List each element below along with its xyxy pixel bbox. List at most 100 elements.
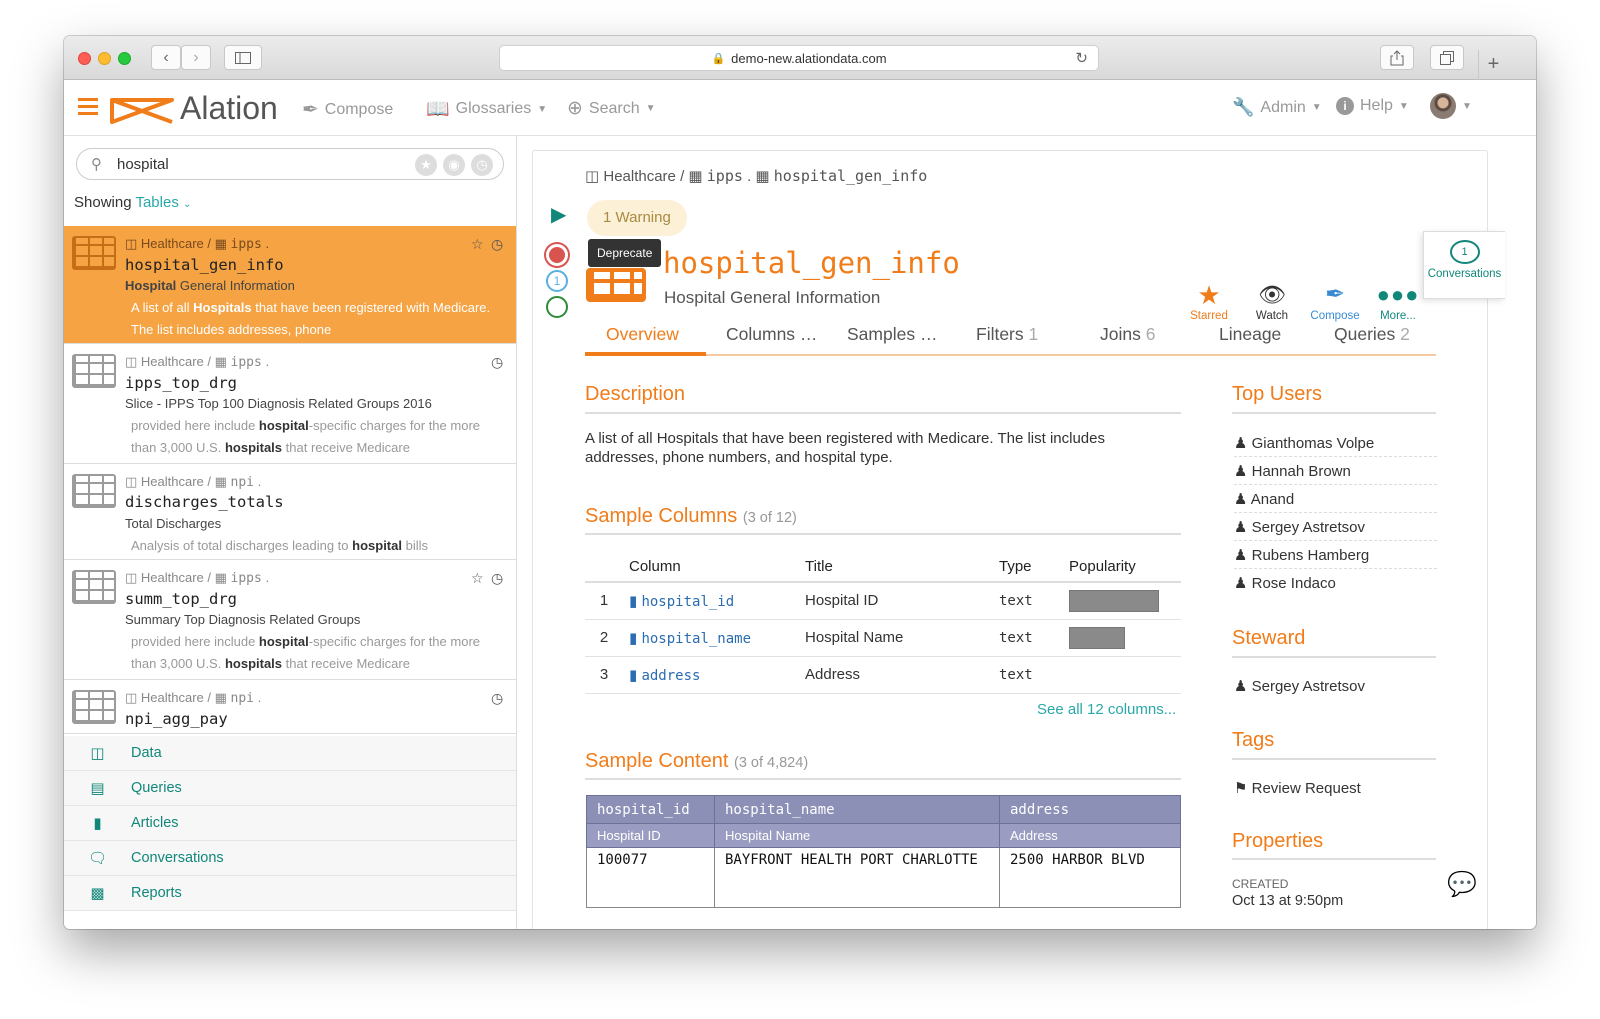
- tag-item[interactable]: ⚑ Review Request: [1234, 779, 1437, 801]
- star-filter-icon[interactable]: ★: [415, 154, 437, 176]
- popularity-bar: [1069, 626, 1125, 649]
- compose-button[interactable]: ✒ Compose: [1305, 280, 1365, 322]
- glossaries-nav[interactable]: 📖 Glossaries ▼: [426, 97, 547, 121]
- alation-logo[interactable]: Alation: [110, 90, 278, 127]
- search-input-value: hospital: [117, 156, 169, 173]
- reload-icon[interactable]: ↻: [1075, 49, 1088, 67]
- minimize-window-button[interactable]: [98, 52, 111, 65]
- help-nav[interactable]: i Help ▼: [1336, 97, 1409, 115]
- watch-filter-icon[interactable]: ◉: [443, 154, 465, 176]
- recent-filter-icon[interactable]: ◷: [471, 154, 493, 176]
- search-result-hospital-gen-info[interactable]: ◫ Healthcare / ▦ ipps . hospital_gen_inf…: [64, 226, 516, 344]
- breadcrumb-schema[interactable]: ipps: [707, 167, 743, 185]
- table-icon: [72, 690, 116, 724]
- row-index: 2: [585, 619, 623, 657]
- column-link[interactable]: ▮ hospital_name: [623, 619, 799, 657]
- tab-joins[interactable]: Joins 6: [1100, 324, 1155, 345]
- deprecate-tooltip: Deprecate: [588, 239, 662, 267]
- object-type-dropdown[interactable]: Tables ⌄: [135, 194, 191, 211]
- see-all-columns-link[interactable]: See all 12 columns...: [1037, 701, 1176, 718]
- column-link[interactable]: ▮ hospital_id: [623, 582, 799, 620]
- hamburger-menu-icon[interactable]: [78, 98, 98, 115]
- chevron-down-icon: ⌄: [182, 199, 192, 210]
- steward-user[interactable]: ♟ Sergey Astretsov: [1234, 677, 1437, 699]
- top-users-heading: Top Users: [1232, 383, 1323, 405]
- popularity-header: Popularity: [1063, 552, 1181, 583]
- nav-reports[interactable]: ▩ Reports: [64, 876, 516, 911]
- search-input[interactable]: ⚲ hospital ★ ◉ ◷: [76, 148, 504, 180]
- star-icon: ★: [1197, 280, 1221, 310]
- endorse-flag-icon[interactable]: [546, 296, 568, 318]
- tabs-overview-icon[interactable]: [1430, 45, 1464, 70]
- table-icon: [72, 236, 116, 270]
- deprecate-flag-icon[interactable]: [546, 244, 568, 266]
- top-user[interactable]: ♟ Anand: [1234, 490, 1437, 513]
- top-user[interactable]: ♟ Gianthomas Volpe: [1234, 434, 1437, 457]
- caret-down-icon: ▼: [1462, 100, 1472, 112]
- user-icon: ♟: [1234, 491, 1248, 508]
- tab-filters[interactable]: Filters 1: [976, 324, 1038, 345]
- breadcrumb-db[interactable]: Healthcare: [603, 168, 676, 185]
- nav-data[interactable]: ◫ Data: [64, 736, 516, 771]
- url-text: demo-new.alationdata.com: [731, 50, 887, 66]
- lock-icon: 🔒: [711, 52, 726, 65]
- row-index: 3: [585, 656, 623, 694]
- showing-filter: Showing Tables ⌄: [74, 194, 192, 211]
- tab-samples[interactable]: Samples …: [847, 324, 937, 345]
- row-index: 1: [585, 582, 623, 620]
- clock-icon: ◷: [491, 354, 504, 370]
- expand-play-icon[interactable]: ▶: [551, 202, 566, 227]
- tab-columns[interactable]: Columns …: [726, 324, 817, 345]
- user-menu[interactable]: ▼: [1430, 93, 1472, 119]
- sample-cell: 2500 HARBOR BLVD: [999, 847, 1181, 908]
- table-icon: [72, 570, 116, 604]
- search-result-npi-agg-pay[interactable]: ◫ Healthcare / ▦ npi . npi_agg_pay ◷: [64, 680, 516, 734]
- divider: [585, 533, 1181, 535]
- top-user[interactable]: ♟ Rose Indaco: [1234, 574, 1437, 596]
- result-breadcrumb: ◫ Healthcare / ▦ npi .: [125, 474, 262, 490]
- chat-help-icon[interactable]: 💬: [1447, 870, 1477, 899]
- steward-heading: Steward: [1232, 627, 1306, 649]
- top-user[interactable]: ♟ Rubens Hamberg: [1234, 546, 1437, 569]
- star-outline-icon[interactable]: ☆: [471, 236, 484, 253]
- col-index-header: [585, 552, 623, 583]
- warning-badge[interactable]: 1 Warning: [587, 200, 687, 236]
- sidebar-toggle-icon[interactable]: [224, 45, 262, 70]
- share-icon[interactable]: [1380, 45, 1414, 70]
- address-bar[interactable]: 🔒 demo-new.alationdata.com ↻: [499, 45, 1099, 71]
- description-text[interactable]: A list of all Hospitals that have been r…: [585, 429, 1175, 467]
- tab-overview[interactable]: Overview: [606, 324, 679, 345]
- top-user[interactable]: ♟ Sergey Astretsov: [1234, 518, 1437, 541]
- warning-flag-icon[interactable]: 1: [546, 270, 568, 292]
- tab-lineage[interactable]: Lineage: [1219, 324, 1281, 345]
- top-user[interactable]: ♟ Hannah Brown: [1234, 462, 1437, 485]
- forward-icon[interactable]: ›: [181, 45, 211, 70]
- compose-nav[interactable]: ✒ Compose: [302, 97, 393, 122]
- search-nav[interactable]: ⊕ Search ▼: [567, 97, 656, 120]
- column-link[interactable]: ▮ address: [623, 656, 799, 694]
- conversations-button[interactable]: 1 Conversations: [1423, 231, 1505, 299]
- watch-button[interactable]: 👁 Watch: [1242, 280, 1302, 322]
- nav-queries[interactable]: ▤ Queries: [64, 771, 516, 806]
- nav-conversations[interactable]: 🗨 Conversations: [64, 841, 516, 876]
- schema-icon: ▦: [688, 168, 703, 185]
- admin-nav[interactable]: 🔧 Admin ▼: [1232, 97, 1322, 118]
- result-name: hospital_gen_info: [125, 256, 284, 274]
- search-result-discharges-totals[interactable]: ◫ Healthcare / ▦ npi . discharges_totals…: [64, 464, 516, 560]
- nav-articles[interactable]: ▮ Articles: [64, 806, 516, 841]
- tab-queries[interactable]: Queries 2: [1334, 324, 1410, 345]
- created-label: CREATED: [1232, 877, 1289, 891]
- table-row: 100077 BAYFRONT HEALTH PORT CHARLOTTE 25…: [586, 847, 1181, 908]
- new-tab-icon[interactable]: +: [1478, 50, 1508, 80]
- back-icon[interactable]: ‹: [151, 45, 181, 70]
- column-icon: ▮: [629, 592, 638, 610]
- search-result-ipps-top-drg[interactable]: ◫ Healthcare / ▦ ipps . ipps_top_drg Sli…: [64, 344, 516, 464]
- star-outline-icon[interactable]: ☆: [471, 570, 484, 587]
- search-results-panel: ⚲ hospital ★ ◉ ◷ Showing Tables ⌄ ◫ Heal…: [64, 136, 517, 929]
- search-result-summ-top-drg[interactable]: ◫ Healthcare / ▦ ipps . summ_top_drg Sum…: [64, 560, 516, 680]
- caret-down-icon: ▼: [1398, 100, 1409, 112]
- starred-button[interactable]: ★ Starred: [1179, 280, 1239, 322]
- close-window-button[interactable]: [78, 52, 91, 65]
- zoom-window-button[interactable]: [118, 52, 131, 65]
- more-button[interactable]: ●●● More...: [1368, 280, 1428, 322]
